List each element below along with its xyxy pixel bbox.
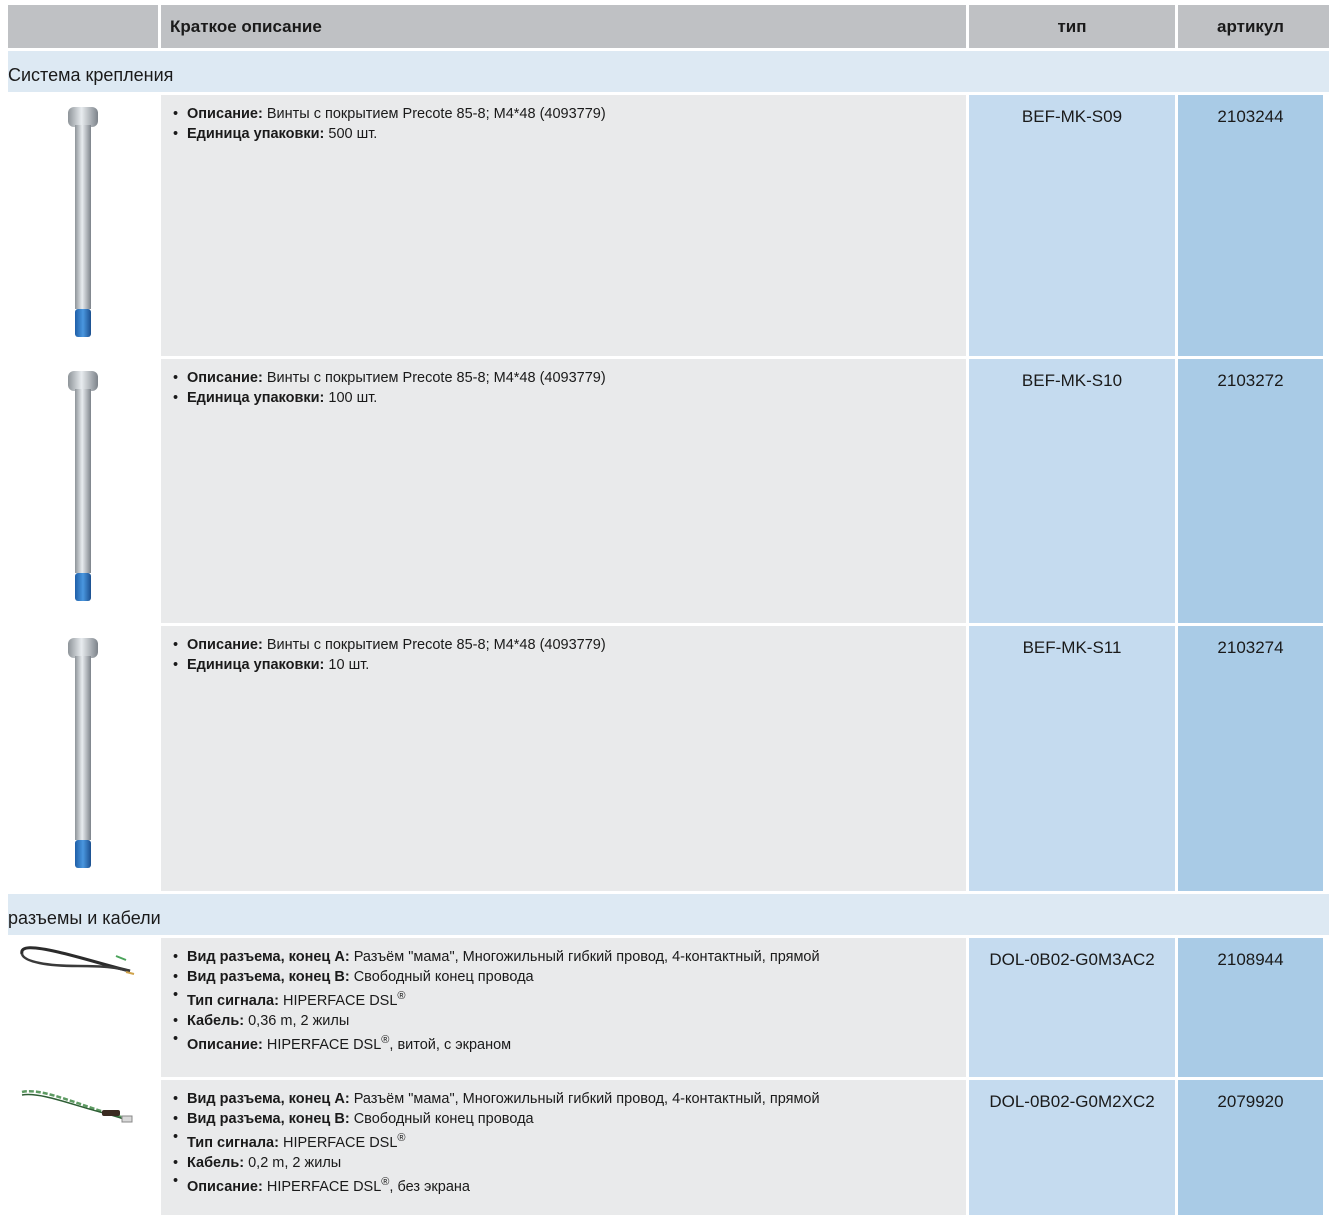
article-cell: 2108944 (1175, 938, 1323, 1077)
property-description: Описание: Винты с покрытием Precote 85-8… (167, 368, 966, 388)
type-cell: BEF-MK-S10 (966, 359, 1175, 623)
property-connector-a: Вид разъема, конец A: Разъём "мама", Мно… (167, 947, 966, 967)
section-title: разъемы и кабели (8, 891, 1329, 935)
table-row: Описание: Винты с покрытием Precote 85-8… (8, 623, 1329, 891)
property-description: Описание: Винты с покрытием Precote 85-8… (167, 104, 966, 124)
property-signal-type: Тип сигнала: HIPERFACE DSL® (167, 985, 966, 1011)
property-connector-b: Вид разъема, конец B: Свободный конец пр… (167, 967, 966, 987)
table-row: Вид разъема, конец A: Разъём "мама", Мно… (8, 935, 1329, 1077)
property-package-unit: Единица упаковки: 500 шт. (167, 124, 966, 144)
article-cell: 2079920 (1175, 1080, 1323, 1215)
cable-image (8, 938, 158, 1077)
section-title: Система крепления (8, 48, 1329, 92)
property-signal-type: Тип сигнала: HIPERFACE DSL® (167, 1127, 966, 1153)
description-cell: Описание: Винты с покрытием Precote 85-8… (158, 95, 966, 356)
table-row: Вид разъема, конец A: Разъём "мама", Мно… (8, 1077, 1329, 1215)
table-header: Краткое описание тип артикул (8, 5, 1329, 48)
description-cell: Вид разъема, конец A: Разъём "мама", Мно… (158, 1080, 966, 1215)
header-article: артикул (1175, 5, 1323, 48)
property-package-unit: Единица упаковки: 10 шт. (167, 655, 966, 675)
accessories-table: Краткое описание тип артикул Система кре… (8, 5, 1329, 1215)
type-cell: DOL-0B02-G0M3AC2 (966, 938, 1175, 1077)
screw-image (8, 626, 158, 891)
property-description: Описание: HIPERFACE DSL®, витой, с экран… (167, 1029, 966, 1055)
property-package-unit: Единица упаковки: 100 шт. (167, 388, 966, 408)
type-cell: BEF-MK-S11 (966, 626, 1175, 891)
description-cell: Вид разъема, конец A: Разъём "мама", Мно… (158, 938, 966, 1077)
article-cell: 2103274 (1175, 626, 1323, 891)
table-row: Описание: Винты с покрытием Precote 85-8… (8, 356, 1329, 623)
cable-image (8, 1080, 158, 1215)
property-cable: Кабель: 0,2 m, 2 жилы (167, 1153, 966, 1173)
description-cell: Описание: Винты с покрытием Precote 85-8… (158, 626, 966, 891)
property-connector-a: Вид разъема, конец A: Разъём "мама", Мно… (167, 1089, 966, 1109)
screw-image (8, 359, 158, 623)
article-cell: 2103272 (1175, 359, 1323, 623)
article-cell: 2103244 (1175, 95, 1323, 356)
header-description: Краткое описание (158, 5, 966, 48)
header-image-cell (8, 5, 158, 48)
header-type: тип (966, 5, 1175, 48)
property-description: Описание: HIPERFACE DSL®, без экрана (167, 1171, 966, 1197)
property-cable: Кабель: 0,36 m, 2 жилы (167, 1011, 966, 1031)
property-connector-b: Вид разъема, конец B: Свободный конец пр… (167, 1109, 966, 1129)
property-description: Описание: Винты с покрытием Precote 85-8… (167, 635, 966, 655)
table-row: Описание: Винты с покрытием Precote 85-8… (8, 92, 1329, 356)
type-cell: BEF-MK-S09 (966, 95, 1175, 356)
description-cell: Описание: Винты с покрытием Precote 85-8… (158, 359, 966, 623)
type-cell: DOL-0B02-G0M2XC2 (966, 1080, 1175, 1215)
screw-image (8, 95, 158, 356)
